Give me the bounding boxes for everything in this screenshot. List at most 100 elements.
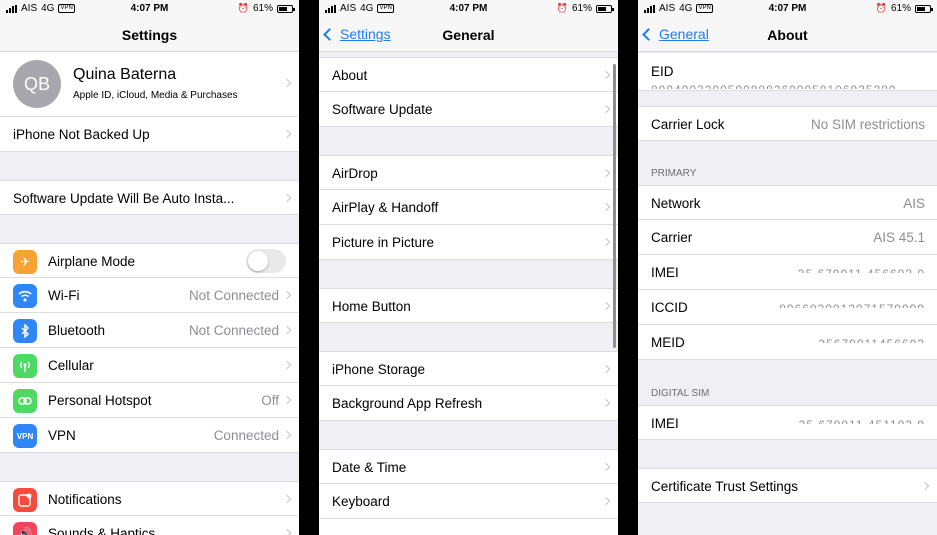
chevron-right-icon xyxy=(601,168,611,178)
airplane-mode-toggle[interactable] xyxy=(246,249,286,273)
nav-bar: Settings General xyxy=(319,18,618,52)
status-bar: AIS 4G VPN 4:07 PM ⏰ 61% xyxy=(319,0,618,18)
row-label: iPhone Storage xyxy=(332,362,426,377)
imei-row: IMEI 35 679011 456603 0 xyxy=(638,255,937,290)
settings-panel: AIS 4G VPN 4:07 PM ⏰ 61% Settings QB Qui… xyxy=(0,0,299,535)
alarm-icon: ⏰ xyxy=(237,3,249,13)
section-header-digital-sim: DIGITAL SIM xyxy=(651,388,710,399)
sidebar-item-notifications[interactable]: Notifications xyxy=(0,481,299,516)
list-item-picture-in-picture[interactable]: Picture in Picture xyxy=(319,225,618,260)
battery-icon xyxy=(596,4,614,13)
row-label: Picture in Picture xyxy=(332,235,435,250)
status-bar: AIS 4G VPN 4:07 PM ⏰ 61% xyxy=(0,0,299,18)
list-item-partial[interactable] xyxy=(319,519,618,535)
scrollbar[interactable] xyxy=(613,64,616,348)
battery-percent: 61% xyxy=(252,3,273,14)
battery-icon xyxy=(915,4,933,13)
list-item-about[interactable]: About xyxy=(319,57,618,92)
sidebar-item-bluetooth[interactable]: Bluetooth Not Connected xyxy=(0,313,299,348)
chevron-right-icon xyxy=(601,202,611,212)
chevron-right-icon xyxy=(282,494,292,504)
vpn-icon: VPN xyxy=(13,424,37,448)
chevron-right-icon xyxy=(282,290,292,300)
apple-id-profile[interactable]: QB Quina Baterna Apple ID, iCloud, Media… xyxy=(0,52,299,117)
software-update-row[interactable]: Software Update Will Be Auto Insta... xyxy=(0,180,299,215)
profile-name: Quina Baterna xyxy=(73,66,177,83)
row-label: EID xyxy=(651,64,674,79)
row-label: Network xyxy=(651,196,701,211)
carrier-lock-row: Carrier Lock No SIM restrictions xyxy=(638,106,937,141)
list-item-airdrop[interactable]: AirDrop xyxy=(319,155,618,190)
meid-row: MEID 35679011456603 xyxy=(638,325,937,360)
row-value: Not Connected xyxy=(188,323,279,338)
chevron-right-icon xyxy=(282,395,292,405)
backup-warning-label: iPhone Not Backed Up xyxy=(13,127,150,142)
battery-icon xyxy=(277,4,295,13)
sounds-icon: 🔊 xyxy=(13,522,37,535)
row-label: AirPlay & Handoff xyxy=(332,200,439,215)
list-item-home-button[interactable]: Home Button xyxy=(319,288,618,323)
list-item-background-app-refresh[interactable]: Background App Refresh xyxy=(319,386,618,421)
sidebar-item-wifi[interactable]: Wi-Fi Not Connected xyxy=(0,278,299,313)
alarm-icon: ⏰ xyxy=(875,3,887,13)
bluetooth-icon xyxy=(13,319,37,343)
nav-bar: General About xyxy=(638,18,937,52)
list-item-airplay-handoff[interactable]: AirPlay & Handoff xyxy=(319,190,618,225)
row-value: AIS 45.1 xyxy=(873,230,925,245)
chevron-right-icon xyxy=(282,325,292,335)
page-title: Settings xyxy=(121,27,178,43)
page-title: General xyxy=(442,27,495,43)
row-label: Date & Time xyxy=(332,460,407,475)
alarm-icon: ⏰ xyxy=(556,3,568,13)
list-item-iphone-storage[interactable]: iPhone Storage xyxy=(319,351,618,386)
backup-warning-row[interactable]: iPhone Not Backed Up xyxy=(0,117,299,152)
sidebar-item-cellular[interactable]: Cellular xyxy=(0,348,299,383)
row-label: Software Update xyxy=(332,102,433,117)
chevron-right-icon xyxy=(282,129,292,139)
row-label: Carrier xyxy=(651,230,693,245)
network-row: Network AIS xyxy=(638,185,937,220)
row-value: No SIM restrictions xyxy=(810,117,925,132)
row-label: Home Button xyxy=(332,299,411,314)
chevron-right-icon xyxy=(282,528,292,535)
cellular-icon xyxy=(13,354,37,378)
list-item-software-update[interactable]: Software Update xyxy=(319,92,618,127)
chevron-right-icon xyxy=(601,364,611,374)
digital-imei-row: IMEI 35 679011 451103 9 xyxy=(638,405,937,440)
row-label: Airplane Mode xyxy=(48,254,136,269)
hotspot-icon xyxy=(13,389,37,413)
profile-subtitle: Apple ID, iCloud, Media & Purchases xyxy=(73,90,238,101)
sidebar-item-sounds[interactable]: 🔊 Sounds & Haptics xyxy=(0,516,299,535)
row-label: IMEI xyxy=(651,416,679,431)
status-bar: AIS 4G VPN 4:07 PM ⏰ 61% xyxy=(638,0,937,18)
row-value: Connected xyxy=(213,428,279,443)
row-label: Personal Hotspot xyxy=(48,393,152,408)
carrier-row: Carrier AIS 45.1 xyxy=(638,220,937,255)
iccid-row: ICCID 8966030012071579999 xyxy=(638,290,937,325)
chevron-right-icon xyxy=(920,481,930,491)
eid-value: 89049032005008882600059106935280 xyxy=(651,83,897,89)
row-label: Sounds & Haptics xyxy=(48,526,156,535)
row-value: Off xyxy=(261,393,279,408)
certificate-trust-settings-row[interactable]: Certificate Trust Settings xyxy=(638,468,937,503)
general-panel: AIS 4G VPN 4:07 PM ⏰ 61% Settings Genera… xyxy=(319,0,618,535)
chevron-right-icon xyxy=(282,193,292,203)
avatar: QB xyxy=(13,60,61,108)
row-label: Keyboard xyxy=(332,494,390,509)
sidebar-item-airplane-mode[interactable]: ✈ Airplane Mode xyxy=(0,243,299,278)
wifi-icon xyxy=(13,284,37,308)
list-item-date-time[interactable]: Date & Time xyxy=(319,449,618,484)
chevron-right-icon xyxy=(601,104,611,114)
sidebar-item-personal-hotspot[interactable]: Personal Hotspot Off xyxy=(0,383,299,418)
row-value: Not Connected xyxy=(188,288,279,303)
digital-imei-value: 35 679011 451103 9 xyxy=(799,418,925,424)
row-label: Notifications xyxy=(48,492,122,507)
section-header-primary: PRIMARY xyxy=(651,168,697,179)
row-label: AirDrop xyxy=(332,166,378,181)
sidebar-item-vpn[interactable]: VPN VPN Connected xyxy=(0,418,299,453)
iccid-value: 8966030012071579999 xyxy=(779,302,925,308)
about-panel: AIS 4G VPN 4:07 PM ⏰ 61% General About E… xyxy=(638,0,937,535)
row-label: About xyxy=(332,68,368,83)
list-item-keyboard[interactable]: Keyboard xyxy=(319,484,618,519)
row-label: Background App Refresh xyxy=(332,396,483,411)
